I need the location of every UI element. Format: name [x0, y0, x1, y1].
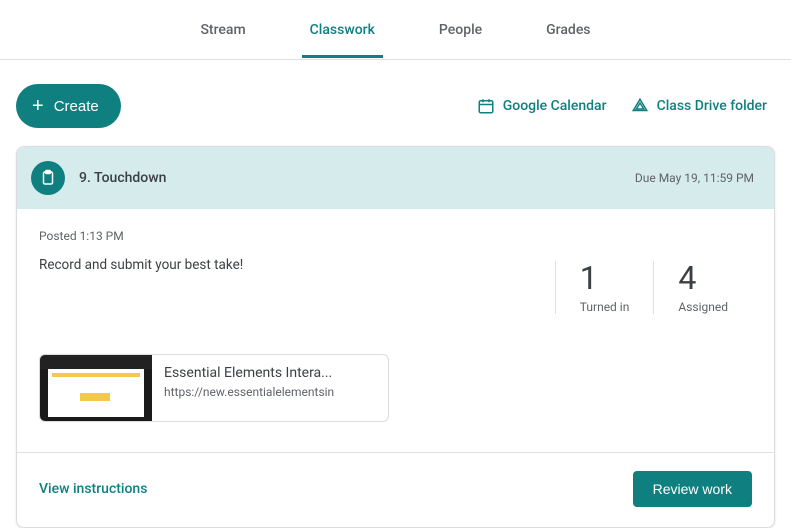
- view-instructions-link[interactable]: View instructions: [39, 481, 147, 497]
- tab-stream[interactable]: Stream: [192, 2, 253, 58]
- assignment-body: Posted 1:13 PM Record and submit your be…: [17, 209, 774, 422]
- calendar-icon: [477, 97, 495, 115]
- assignment-title: 9. Touchdown: [79, 170, 166, 186]
- stat-turned-in[interactable]: 1 Turned in: [555, 261, 654, 314]
- assigned-label: Assigned: [678, 300, 728, 314]
- create-button-label: Create: [54, 98, 99, 115]
- turned-in-count: 1: [580, 261, 630, 296]
- tab-grades[interactable]: Grades: [538, 2, 598, 58]
- attachment-thumbnail: [40, 355, 152, 421]
- assignment-footer: View instructions Review work: [17, 452, 774, 527]
- drive-icon: [631, 97, 649, 115]
- tab-classwork[interactable]: Classwork: [302, 2, 383, 58]
- assignment-icon: [31, 161, 65, 195]
- assigned-count: 4: [678, 261, 728, 296]
- calendar-link-label: Google Calendar: [503, 98, 607, 114]
- review-work-button[interactable]: Review work: [633, 471, 752, 507]
- create-button[interactable]: + Create: [16, 84, 121, 128]
- toolbar: + Create Google Calendar Class Drive fol…: [0, 60, 791, 146]
- turned-in-label: Turned in: [580, 300, 630, 314]
- attachment-info: Essential Elements Intera... https://new…: [152, 355, 346, 421]
- assignment-card: 9. Touchdown Due May 19, 11:59 PM Posted…: [16, 146, 775, 528]
- assignment-stats: 1 Turned in 4 Assigned: [555, 257, 752, 314]
- stat-assigned[interactable]: 4 Assigned: [653, 261, 752, 314]
- class-drive-link[interactable]: Class Drive folder: [631, 97, 767, 115]
- assignment-description: Record and submit your best take!: [39, 257, 555, 273]
- plus-icon: +: [32, 96, 44, 116]
- google-calendar-link[interactable]: Google Calendar: [477, 97, 607, 115]
- main-tabs: Stream Classwork People Grades: [0, 0, 791, 60]
- attachment-card[interactable]: Essential Elements Intera... https://new…: [39, 354, 389, 422]
- assignment-due: Due May 19, 11:59 PM: [635, 171, 754, 185]
- assignment-header[interactable]: 9. Touchdown Due May 19, 11:59 PM: [17, 147, 774, 209]
- toolbar-links: Google Calendar Class Drive folder: [477, 97, 767, 115]
- posted-time: Posted 1:13 PM: [39, 229, 752, 243]
- attachment-title: Essential Elements Intera...: [164, 365, 334, 381]
- tab-people[interactable]: People: [431, 2, 490, 58]
- assignment-header-left: 9. Touchdown: [31, 161, 166, 195]
- drive-link-label: Class Drive folder: [657, 98, 767, 114]
- attachment-url: https://new.essentialelementsin: [164, 385, 334, 399]
